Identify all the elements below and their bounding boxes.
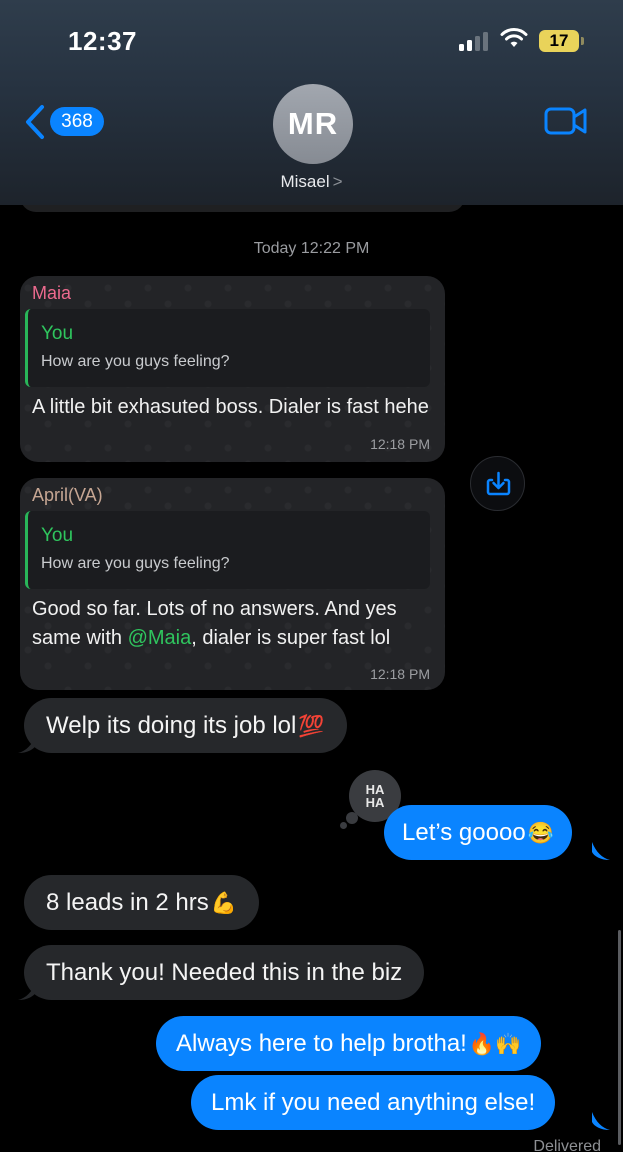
flexed-biceps-emoji: 💪 (210, 892, 237, 916)
reaction-tail-dot (340, 822, 347, 829)
contact-name-link[interactable]: Misael > (0, 172, 623, 192)
message-text: Always here to help brotha! (176, 1030, 467, 1057)
message-text: Let’s goooo (402, 819, 526, 846)
battery-tip (581, 37, 584, 45)
message-text: Good so far. Lots of no answers. And yes… (32, 595, 432, 653)
message-bubble-outgoing[interactable]: Let’s goooo😂 (384, 805, 572, 860)
message-bubble-incoming[interactable]: 8 leads in 2 hrs💪 (24, 875, 259, 930)
reaction-text: HA (365, 795, 385, 810)
contact-avatar[interactable]: MR (273, 84, 353, 164)
contact-name: Misael (280, 172, 330, 191)
delivery-status: Delivered (533, 1138, 601, 1152)
chevron-left-icon (26, 105, 44, 139)
download-button[interactable] (470, 456, 525, 511)
message-bubble-incoming[interactable]: Thank you! Needed this in the biz (24, 945, 425, 1000)
video-camera-icon[interactable] (544, 107, 588, 135)
quoted-message-maia[interactable]: Maia You How are you guys feeling? A lit… (20, 276, 445, 462)
chat-header: 12:37 17 368 MR Misael > (0, 0, 623, 205)
chevron-right-icon: > (332, 172, 343, 191)
chat-timestamp: Today 12:22 PM (253, 240, 370, 257)
hundred-points-emoji: 💯 (298, 715, 325, 739)
sender-name: April(VA) (32, 485, 103, 505)
reply-text: How are you guys feeling? (41, 555, 230, 572)
status-time: 12:37 (68, 26, 137, 56)
message-time: 12:18 PM (370, 436, 430, 452)
cellular-signal-icon (459, 31, 493, 51)
message-text: A little bit exhasuted boss. Dialer is f… (32, 396, 429, 418)
fire-raising-hands-emoji: 🔥🙌 (468, 1033, 522, 1057)
wifi-icon (500, 28, 528, 47)
quoted-message-april[interactable]: April(VA) You How are you guys feeling? … (20, 478, 445, 690)
bubble-tail (18, 735, 36, 753)
mention-link[interactable]: @Maia (128, 627, 192, 649)
bubble-tail (18, 982, 36, 1000)
reaction-tail-dot (346, 812, 358, 824)
message-bubble-outgoing[interactable]: Always here to help brotha!🔥🙌 (156, 1016, 542, 1071)
message-time: 12:18 PM (370, 666, 430, 682)
message-text: Lmk if you need anything else! (211, 1089, 536, 1116)
reply-preview[interactable]: You How are you guys feeling? (25, 511, 430, 589)
message-bubble-outgoing[interactable]: Lmk if you need anything else! (191, 1075, 556, 1130)
message-text: 8 leads in 2 hrs (46, 889, 209, 916)
back-button[interactable]: 368 (24, 104, 108, 140)
bubble-tail (592, 842, 610, 860)
message-text: Thank you! Needed this in the biz (46, 959, 403, 986)
reply-preview[interactable]: You How are you guys feeling? (25, 309, 430, 387)
reply-author: You (41, 525, 74, 546)
unread-count-badge: 368 (50, 107, 104, 136)
message-text: Welp its doing its job lol (46, 712, 297, 739)
reply-author: You (41, 323, 74, 344)
bubble-tail (592, 1112, 610, 1130)
battery-icon: 17 (539, 30, 579, 52)
scroll-indicator[interactable] (618, 930, 621, 1145)
message-text-part: , dialer is super fast lol (191, 627, 391, 649)
message-bubble-incoming[interactable]: Welp its doing its job lol💯 (24, 698, 347, 753)
reply-text: How are you guys feeling? (41, 353, 230, 370)
download-icon (486, 471, 511, 496)
laughing-emoji: 😂 (527, 822, 554, 846)
sender-name: Maia (32, 283, 72, 303)
